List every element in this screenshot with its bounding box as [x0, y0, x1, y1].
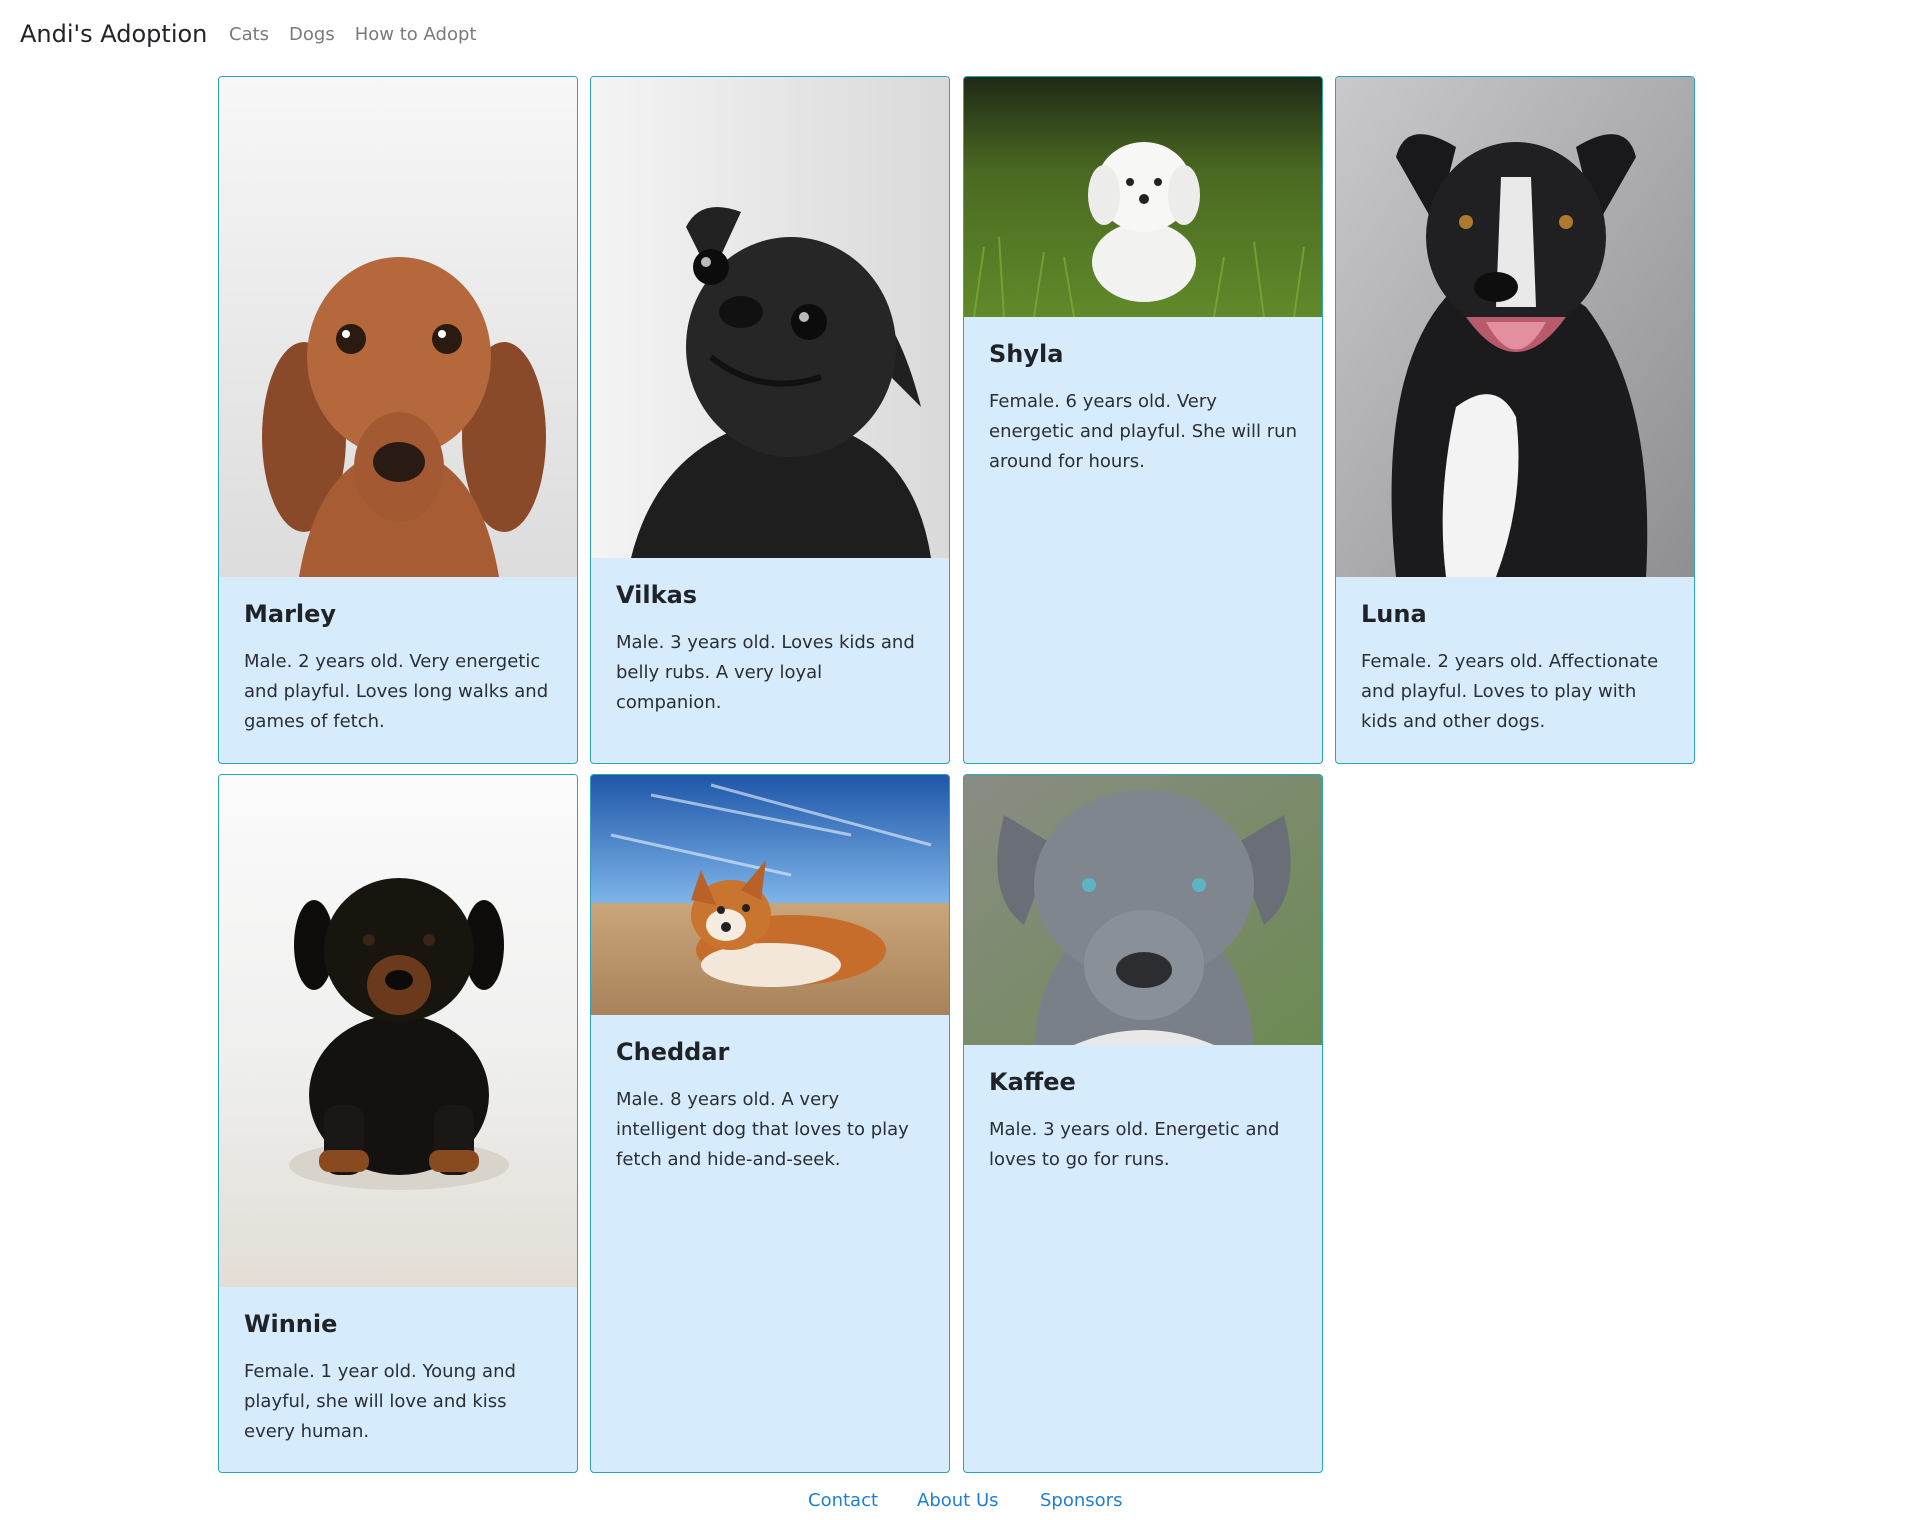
card-body: Winnie Female. 1 year old. Young and pla… — [219, 1287, 577, 1467]
dog-card-winnie: Winnie Female. 1 year old. Young and pla… — [218, 774, 578, 1473]
dog-photo — [219, 77, 577, 577]
pitbull-image — [964, 775, 1322, 1045]
dog-name: Winnie — [244, 1310, 338, 1338]
card-body: Shyla Female. 6 years old. Very energeti… — [964, 317, 1322, 497]
dog-description: Female. 1 year old. Young and playful, s… — [244, 1361, 516, 1442]
dog-card-kaffee: Kaffee Male. 3 years old. Energetic and … — [963, 774, 1323, 1473]
nav-link-cats[interactable]: Cats — [229, 24, 269, 45]
puppy-image — [219, 775, 577, 1287]
footer: Contact About Us Sponsors — [0, 1484, 1920, 1520]
card-body: Kaffee Male. 3 years old. Energetic and … — [964, 1045, 1322, 1195]
dog-name: Kaffee — [989, 1068, 1076, 1096]
dog-name: Vilkas — [616, 581, 698, 609]
corgi-image — [591, 775, 949, 1015]
dog-name: Luna — [1361, 600, 1427, 628]
nav-link-dogs[interactable]: Dogs — [289, 24, 335, 45]
pug-image — [591, 77, 949, 558]
footer-link-sponsors[interactable]: Sponsors — [1040, 1490, 1122, 1511]
dog-card-shyla: Shyla Female. 6 years old. Very energeti… — [963, 76, 1323, 764]
shepherd-image — [1336, 77, 1694, 577]
dog-description: Male. 3 years old. Energetic and loves t… — [989, 1119, 1280, 1170]
dog-description: Male. 8 years old. A very intelligent do… — [616, 1089, 909, 1170]
dog-name: Shyla — [989, 340, 1064, 368]
card-body: Marley Male. 2 years old. Very energetic… — [219, 577, 577, 757]
card-body: Luna Female. 2 years old. Affectionate a… — [1336, 577, 1694, 757]
dog-name: Cheddar — [616, 1038, 730, 1066]
dog-photo — [964, 77, 1322, 317]
dog-photo — [591, 775, 949, 1015]
dog-card-luna: Luna Female. 2 years old. Affectionate a… — [1335, 76, 1695, 764]
dog-description: Female. 2 years old. Affectionate and pl… — [1361, 651, 1659, 732]
dog-card-vilkas: Vilkas Male. 3 years old. Loves kids and… — [590, 76, 950, 764]
nav-link-how-to-adopt[interactable]: How to Adopt — [355, 24, 477, 45]
dog-card-cheddar: Cheddar Male. 8 years old. A very intell… — [590, 774, 950, 1473]
nav-links: Cats Dogs How to Adopt — [229, 24, 496, 45]
brand-link[interactable]: Andi's Adoption — [20, 20, 207, 48]
dog-name: Marley — [244, 600, 337, 628]
card-body: Cheddar Male. 8 years old. A very intell… — [591, 1015, 949, 1195]
footer-link-contact[interactable]: Contact — [808, 1490, 878, 1511]
dog-description: Male. 2 years old. Very energetic and pl… — [244, 651, 549, 732]
navbar: Andi's Adoption Cats Dogs How to Adopt — [0, 0, 1920, 74]
dog-photo — [219, 775, 577, 1287]
dog-photo — [964, 775, 1322, 1045]
dog-description: Male. 3 years old. Loves kids and belly … — [616, 632, 915, 713]
maltese-image — [964, 77, 1322, 317]
dog-photo — [1336, 77, 1694, 577]
dachshund-image — [219, 77, 577, 577]
dog-photo — [591, 77, 949, 558]
dog-description: Female. 6 years old. Very energetic and … — [989, 391, 1297, 472]
card-body: Vilkas Male. 3 years old. Loves kids and… — [591, 558, 949, 738]
dog-card-marley: Marley Male. 2 years old. Very energetic… — [218, 76, 578, 764]
footer-link-about-us[interactable]: About Us — [917, 1490, 999, 1511]
